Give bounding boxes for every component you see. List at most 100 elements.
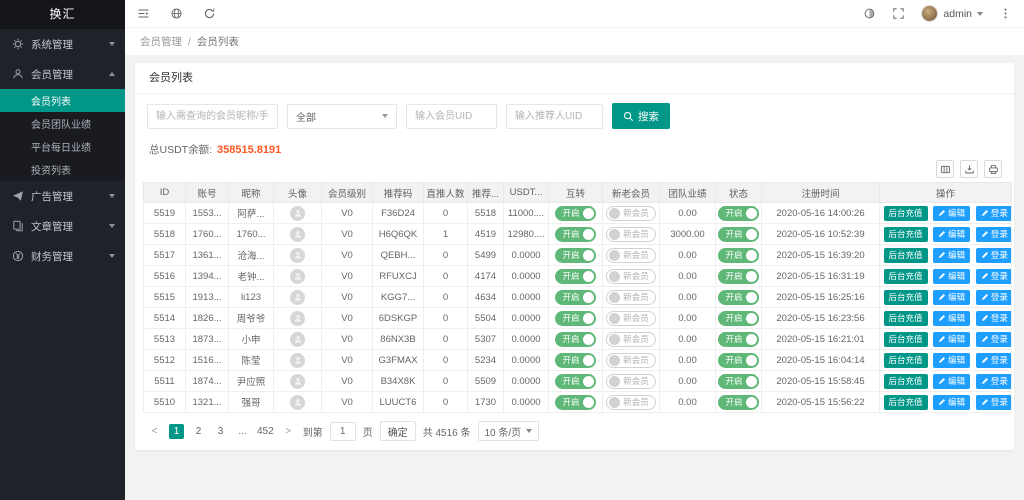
sidebar-item-members[interactable]: 会员管理 [0,59,125,89]
page-size-select[interactable]: 10 条/页 [478,421,540,441]
cell-member-flag: 新会员 [603,266,660,287]
backend-recharge-button[interactable]: 后台充值 [884,227,928,242]
new-member-toggle[interactable]: 新会员 [606,395,656,410]
cell-referrer: 4174 [468,266,504,287]
collapse-menu-icon[interactable] [137,7,150,20]
edit-button[interactable]: 编辑 [933,395,970,410]
edit-button[interactable]: 编辑 [933,290,970,305]
cell-avatar [274,245,322,266]
edit-button[interactable]: 编辑 [933,248,970,263]
backend-recharge-button[interactable]: 后台充值 [884,353,928,368]
backend-recharge-button[interactable]: 后台充值 [884,311,928,326]
keyword-input[interactable] [147,104,278,129]
backend-recharge-button[interactable]: 后台充值 [884,332,928,347]
transfer-toggle[interactable]: 开启 [555,269,595,284]
transfer-toggle[interactable]: 开启 [555,227,595,242]
member-uid-input[interactable] [406,104,497,129]
edit-button[interactable]: 编辑 [933,374,970,389]
edit-button[interactable]: 编辑 [933,353,970,368]
user-menu[interactable]: admin [921,5,983,22]
new-member-toggle[interactable]: 新会员 [606,332,656,347]
login-as-button[interactable]: 登录 [976,311,1012,326]
transfer-toggle[interactable]: 开启 [555,353,595,368]
page-button[interactable]: 452 [257,424,274,439]
website-globe-icon[interactable] [170,7,183,20]
backend-recharge-button[interactable]: 后台充值 [884,395,928,410]
sidebar-item-articles[interactable]: 文章管理 [0,211,125,241]
status-toggle[interactable]: 开启 [718,227,758,242]
login-as-button[interactable]: 登录 [976,290,1012,305]
new-member-toggle[interactable]: 新会员 [606,206,656,221]
page-button[interactable]: 2 [191,424,206,439]
backend-recharge-button[interactable]: 后台充值 [884,269,928,284]
transfer-toggle[interactable]: 开启 [555,374,595,389]
goto-confirm-button[interactable]: 确定 [380,421,416,441]
sidebar-item-finance[interactable]: 财务管理 [0,241,125,271]
login-as-button[interactable]: 登录 [976,227,1012,242]
new-member-toggle[interactable]: 新会员 [606,248,656,263]
sidebar-item-member-team-performance[interactable]: 会员团队业绩 [0,112,125,135]
print-icon[interactable] [984,160,1002,178]
status-toggle[interactable]: 开启 [718,374,758,389]
backend-recharge-button[interactable]: 后台充值 [884,290,928,305]
filter-columns-icon[interactable] [936,160,954,178]
transfer-toggle[interactable]: 开启 [555,332,595,347]
status-toggle[interactable]: 开启 [718,248,758,263]
new-member-toggle[interactable]: 新会员 [606,227,656,242]
login-as-button[interactable]: 登录 [976,374,1012,389]
login-as-button[interactable]: 登录 [976,248,1012,263]
backend-recharge-button[interactable]: 后台充值 [884,248,928,263]
breadcrumb-parent[interactable]: 会员管理 [140,34,182,49]
edit-button[interactable]: 编辑 [933,206,970,221]
edit-button[interactable]: 编辑 [933,227,970,242]
new-member-toggle[interactable]: 新会员 [606,353,656,368]
edit-button[interactable]: 编辑 [933,332,970,347]
edit-button[interactable]: 编辑 [933,311,970,326]
status-toggle[interactable]: 开启 [718,206,758,221]
refresh-icon[interactable] [203,7,216,20]
cell-registered-time: 2020-05-15 16:23:56 [762,308,880,329]
sidebar-item-system[interactable]: 系统管理 [0,29,125,59]
sidebar-item-member-list[interactable]: 会员列表 [0,89,125,112]
referrer-uid-input[interactable] [506,104,603,129]
new-member-toggle[interactable]: 新会员 [606,311,656,326]
cell-avatar [274,266,322,287]
status-toggle[interactable]: 开启 [718,269,758,284]
page-button[interactable]: 1 [169,424,184,439]
status-toggle[interactable]: 开启 [718,290,758,305]
login-as-button[interactable]: 登录 [976,332,1012,347]
transfer-toggle[interactable]: 开启 [555,395,595,410]
transfer-toggle[interactable]: 开启 [555,206,595,221]
new-member-toggle[interactable]: 新会员 [606,290,656,305]
status-toggle[interactable]: 开启 [718,395,758,410]
login-as-button[interactable]: 登录 [976,269,1012,284]
theme-icon[interactable] [863,7,876,20]
login-as-button[interactable]: 登录 [976,395,1012,410]
new-member-toggle[interactable]: 新会员 [606,374,656,389]
transfer-toggle[interactable]: 开启 [555,248,595,263]
status-toggle[interactable]: 开启 [718,311,758,326]
sidebar-item-platform-daily-performance[interactable]: 平台每日业绩 [0,135,125,158]
edit-button[interactable]: 编辑 [933,269,970,284]
more-menu-icon[interactable] [999,7,1012,20]
transfer-toggle[interactable]: 开启 [555,290,595,305]
fullscreen-icon[interactable] [892,7,905,20]
backend-recharge-button[interactable]: 后台充值 [884,206,928,221]
export-icon[interactable] [960,160,978,178]
transfer-toggle[interactable]: 开启 [555,311,595,326]
new-member-toggle[interactable]: 新会员 [606,269,656,284]
goto-page-input[interactable] [330,422,356,441]
page-next-icon[interactable]: > [281,424,296,439]
pencil-icon [981,314,989,322]
sidebar-item-investment-list[interactable]: 投资列表 [0,158,125,181]
page-button[interactable]: 3 [213,424,228,439]
search-button[interactable]: 搜索 [612,103,670,129]
type-select[interactable]: 全部 [287,104,397,129]
status-toggle[interactable]: 开启 [718,353,758,368]
login-as-button[interactable]: 登录 [976,353,1012,368]
backend-recharge-button[interactable]: 后台充值 [884,374,928,389]
page-prev-icon[interactable]: < [147,424,162,439]
status-toggle[interactable]: 开启 [718,332,758,347]
sidebar-item-ads[interactable]: 广告管理 [0,181,125,211]
login-as-button[interactable]: 登录 [976,206,1012,221]
